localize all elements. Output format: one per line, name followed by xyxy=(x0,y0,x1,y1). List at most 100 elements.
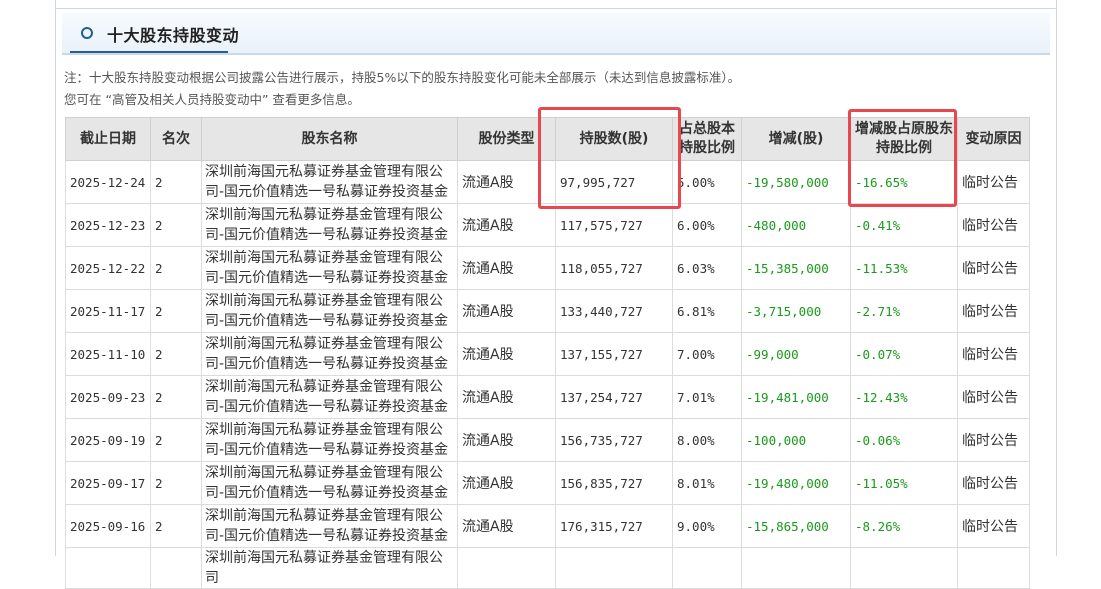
cell-holder: 深圳前海国元私募证券基金管理有限公司 xyxy=(201,547,458,589)
cell-date: 2025-09-19 xyxy=(65,418,151,462)
circle-bullet-icon xyxy=(81,27,93,39)
cell-pct-total: 5.00% xyxy=(672,160,742,204)
cell-reason: 临时公告 xyxy=(957,504,1030,548)
cell-date: 2025-09-16 xyxy=(65,504,151,548)
cell-change: -3,715,000 xyxy=(741,289,851,333)
cell-change: -19,480,000 xyxy=(741,461,851,505)
cell-share-type: 流通A股 xyxy=(457,203,556,247)
cell-change-pct: -12.43% xyxy=(850,375,958,419)
cell-shares: 133,440,727 xyxy=(555,289,673,333)
cell-change: -15,385,000 xyxy=(741,246,851,290)
top-strip xyxy=(56,0,1056,9)
table-row-partial: 深圳前海国元私募证券基金管理有限公司 xyxy=(65,547,1030,589)
section-header: 十大股东持股变动 xyxy=(62,13,1050,55)
cell-shares: 156,735,727 xyxy=(555,418,673,462)
cell-change: -19,481,000 xyxy=(741,375,851,419)
cell-change: -15,865,000 xyxy=(741,504,851,548)
cell-date: 2025-09-23 xyxy=(65,375,151,419)
cell-share-type: 流通A股 xyxy=(457,461,556,505)
cell-reason: 临时公告 xyxy=(957,418,1030,462)
cell-shares: 176,315,727 xyxy=(555,504,673,548)
cell-reason: 临时公告 xyxy=(957,160,1030,204)
cell-rank: 2 xyxy=(150,461,202,505)
cell-rank: 2 xyxy=(150,375,202,419)
cell-change-pct: -0.06% xyxy=(850,418,958,462)
cell-holder: 深圳前海国元私募证券基金管理有限公司-国元价值精选一号私募证券投资基金 xyxy=(201,160,458,204)
cell-holder: 深圳前海国元私募证券基金管理有限公司-国元价值精选一号私募证券投资基金 xyxy=(201,289,458,333)
cell-pct-total: 8.01% xyxy=(672,461,742,505)
cell-change: -480,000 xyxy=(741,203,851,247)
section-title: 十大股东持股变动 xyxy=(107,26,240,45)
cell-shares: 117,575,727 xyxy=(555,203,673,247)
holder-change-table: 截止日期 名次 股东名称 股份类型 持股数(股) 占总股本持股比例 增减(股) … xyxy=(65,117,1030,589)
content-frame: 十大股东持股变动 注：十大股东持股变动根据公司披露公告进行展示，持股5%以下的股… xyxy=(55,0,1057,589)
cell-rank: 2 xyxy=(150,160,202,204)
cell-change: -100,000 xyxy=(741,418,851,462)
cell-rank: 2 xyxy=(150,332,202,376)
cell-change-pct: -8.26% xyxy=(850,504,958,548)
cell-change-pct: -0.07% xyxy=(850,332,958,376)
title-underline xyxy=(70,51,228,53)
cell-holder: 深圳前海国元私募证券基金管理有限公司-国元价值精选一号私募证券投资基金 xyxy=(201,375,458,419)
cell-pct-total: 8.00% xyxy=(672,418,742,462)
cell-rank: 2 xyxy=(150,289,202,333)
col-header-shares[interactable]: 持股数(股) xyxy=(555,117,673,161)
table-row: 2025-12-22 2 深圳前海国元私募证券基金管理有限公司-国元价值精选一号… xyxy=(65,246,1030,290)
cell-shares: 118,055,727 xyxy=(555,246,673,290)
disclosure-note: 注：十大股东持股变动根据公司披露公告进行展示，持股5%以下的股东持股变化可能未全… xyxy=(64,70,741,85)
col-header-reason[interactable]: 变动原因 xyxy=(957,117,1030,161)
cell-reason: 临时公告 xyxy=(957,461,1030,505)
more-info-note: 您可在 “高管及相关人员持股变动中” 查看更多信息。 xyxy=(64,92,360,107)
cell-date: 2025-12-24 xyxy=(65,160,151,204)
cell-holder: 深圳前海国元私募证券基金管理有限公司-国元价值精选一号私募证券投资基金 xyxy=(201,504,458,548)
cell-change-pct: -11.05% xyxy=(850,461,958,505)
cell-pct-total: 6.00% xyxy=(672,203,742,247)
cell-pct-total: 6.81% xyxy=(672,289,742,333)
col-header-change[interactable]: 增减(股) xyxy=(741,117,851,161)
cell-rank: 2 xyxy=(150,418,202,462)
cell-date: 2025-11-10 xyxy=(65,332,151,376)
cell-share-type: 流通A股 xyxy=(457,504,556,548)
cell-holder: 深圳前海国元私募证券基金管理有限公司-国元价值精选一号私募证券投资基金 xyxy=(201,461,458,505)
table-row: 2025-09-16 2 深圳前海国元私募证券基金管理有限公司-国元价值精选一号… xyxy=(65,504,1030,548)
cell-reason: 临时公告 xyxy=(957,246,1030,290)
cell-pct-total: 7.01% xyxy=(672,375,742,419)
cell-change-pct: -16.65% xyxy=(850,160,958,204)
table-row: 2025-09-23 2 深圳前海国元私募证券基金管理有限公司-国元价值精选一号… xyxy=(65,375,1030,419)
cell-change-pct: -2.71% xyxy=(850,289,958,333)
cell-change-pct: -0.41% xyxy=(850,203,958,247)
cell-shares: 97,995,727 xyxy=(555,160,673,204)
cell-rank: 2 xyxy=(150,504,202,548)
cell-change: -99,000 xyxy=(741,332,851,376)
col-header-share-type[interactable]: 股份类型 xyxy=(457,117,556,161)
table-header-row: 截止日期 名次 股东名称 股份类型 持股数(股) 占总股本持股比例 增减(股) … xyxy=(65,117,1030,161)
table-row: 2025-09-17 2 深圳前海国元私募证券基金管理有限公司-国元价值精选一号… xyxy=(65,461,1030,505)
cell-reason: 临时公告 xyxy=(957,289,1030,333)
col-header-date[interactable]: 截止日期 xyxy=(65,117,151,161)
cell-shares: 137,155,727 xyxy=(555,332,673,376)
table-row: 2025-11-10 2 深圳前海国元私募证券基金管理有限公司-国元价值精选一号… xyxy=(65,332,1030,376)
cell-date: 2025-12-22 xyxy=(65,246,151,290)
table-row: 2025-12-23 2 深圳前海国元私募证券基金管理有限公司-国元价值精选一号… xyxy=(65,203,1030,247)
cell-holder: 深圳前海国元私募证券基金管理有限公司-国元价值精选一号私募证券投资基金 xyxy=(201,203,458,247)
cell-shares: 156,835,727 xyxy=(555,461,673,505)
table-row: 2025-09-19 2 深圳前海国元私募证券基金管理有限公司-国元价值精选一号… xyxy=(65,418,1030,462)
table-row: 2025-12-24 2 深圳前海国元私募证券基金管理有限公司-国元价值精选一号… xyxy=(65,160,1030,204)
cell-holder: 深圳前海国元私募证券基金管理有限公司-国元价值精选一号私募证券投资基金 xyxy=(201,246,458,290)
cell-share-type: 流通A股 xyxy=(457,375,556,419)
cell-shares: 137,254,727 xyxy=(555,375,673,419)
cell-share-type: 流通A股 xyxy=(457,418,556,462)
cell-reason: 临时公告 xyxy=(957,332,1030,376)
cell-reason: 临时公告 xyxy=(957,203,1030,247)
cell-rank: 2 xyxy=(150,203,202,247)
cell-share-type: 流通A股 xyxy=(457,332,556,376)
cell-share-type: 流通A股 xyxy=(457,246,556,290)
col-header-pct-total[interactable]: 占总股本持股比例 xyxy=(672,117,742,161)
cell-share-type: 流通A股 xyxy=(457,289,556,333)
cell-pct-total: 7.00% xyxy=(672,332,742,376)
col-header-holder[interactable]: 股东名称 xyxy=(201,117,458,161)
col-header-change-pct[interactable]: 增减股占原股东持股比例 xyxy=(850,117,958,161)
col-header-rank[interactable]: 名次 xyxy=(150,117,202,161)
cell-rank: 2 xyxy=(150,246,202,290)
cell-change: -19,580,000 xyxy=(741,160,851,204)
